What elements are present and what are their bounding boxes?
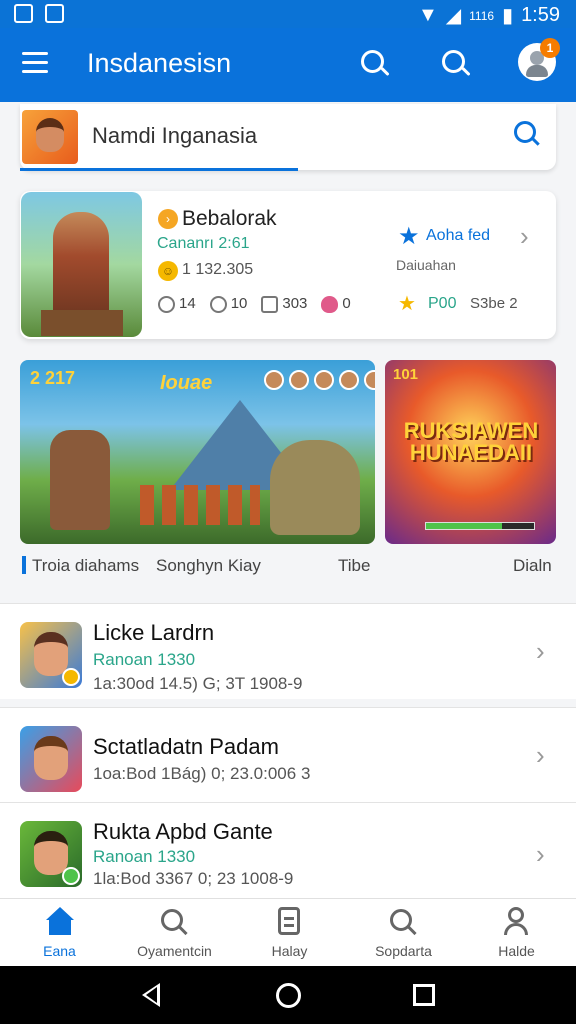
search-input[interactable]: Namdi Inganasia [92,123,257,149]
side-banner-score: 101 [393,366,419,383]
magnifier-icon [209,295,227,313]
nav-search-label: Oyamentcin [137,943,212,959]
home-button-icon[interactable] [276,983,301,1008]
search-submit-icon[interactable] [514,121,542,149]
bottom-navigation: Eana Oyamentcin Halay Sopdarta Halde [0,898,576,966]
app-title: Insdanesisn [87,48,232,78]
caption-accent [22,556,26,574]
caption-2: Songhyn Kiay [156,556,261,575]
featured-subtitle: Cananrı 2:61 [157,235,250,252]
search-bar[interactable]: Namdi Inganasia [20,104,556,170]
nav-profile-label: Sopdarta [375,943,432,959]
banner-logo: Iouae [160,372,213,394]
nav-home-label: Eana [43,943,76,959]
list-item[interactable]: Sctatladatn Padam 1oa:Bod 1Bág) 0; 23.0:… [0,707,576,803]
list-item-subtitle: Ranoan 1330 [93,847,196,866]
network-label: 1116 [469,8,495,23]
featured-game-art [21,192,142,337]
chevron-right-icon[interactable]: › [536,839,545,870]
chevron-right-icon[interactable]: › [536,740,545,771]
search-icon[interactable] [361,50,391,80]
featured-title: Bebalorak [182,207,277,230]
explore-icon [388,907,418,937]
nav-library-label: Halay [271,943,308,959]
square-icon [261,295,279,313]
blob-icon [321,295,339,313]
home-icon [44,907,74,937]
wifi-icon: ▼ [417,4,438,26]
status-bar: ▼ ◢ 1116 ▮ 1:59 [0,0,576,28]
discover-search-icon[interactable] [442,50,472,80]
list-item-subtitle: Ranoan 1330 [93,650,196,669]
game-coin-icon: › [158,209,178,229]
featured-note: Daiuahan [396,257,456,273]
battery-icon: ▮ [502,5,514,27]
stat-circle: 14 [158,295,196,313]
main-promo-banner[interactable]: 2 217 Iouae [20,360,375,544]
system-navigation-bar [0,966,576,1024]
list-item-title: Rukta Apbd Gante [93,819,273,844]
side-promo-banner[interactable]: 101 RUKSIAWEN HUNAEDAII [385,360,556,544]
star-blue-icon: ★ [398,223,420,250]
featured-count: 1 132.305 [182,261,254,278]
search-avatar-thumbnail [22,110,78,164]
nav-home[interactable]: Eana [2,899,117,967]
search-icon [159,907,189,937]
hero-portraits [264,370,375,390]
banner-score: 2 217 [30,368,76,388]
featured-game-card[interactable]: › Bebalorak Cananrı 2:61 ☺ 1 132.305 14 … [20,191,556,339]
chevron-right-icon[interactable]: › [520,221,529,252]
stat-blob: 0 [321,295,351,313]
stat-square: 303 [261,295,307,313]
caption-4: Dialn [513,556,552,575]
chevron-right-icon[interactable]: › [536,636,545,667]
nav-search[interactable]: Oyamentcin [117,899,232,967]
stat-search: 10 [209,295,247,313]
list-item-title: Licke Lardrn [93,620,215,645]
notification-badge: 1 [540,38,560,58]
game-thumbnail [20,622,82,688]
side-banner-progress [425,522,535,530]
list-item-meta: 1a:30od 14.5) G; 3T 1908-9 [93,674,303,693]
game-thumbnail [20,726,82,792]
list-item-title: Sctatladatn Padam [93,734,279,759]
nav-account-label: Halde [498,943,535,959]
featured-stats: 14 10 303 0 [158,295,351,313]
nav-profile[interactable]: Sopdarta [346,899,461,967]
nav-library[interactable]: Halay [232,899,347,967]
circle-icon [158,295,175,313]
featured-link[interactable]: Aoha fed [426,227,490,245]
star-yellow-icon: ★ [398,293,416,315]
document-icon [274,907,304,937]
featured-price: P00 [428,295,457,312]
caption-3: Tibe [338,556,371,575]
list-item[interactable]: Rukta Apbd Gante Ranoan 1330 1la:Bod 336… [0,802,576,898]
list-item[interactable]: Licke Lardrn Ranoan 1330 1a:30od 14.5) G… [0,603,576,699]
side-banner-logo: RUKSIAWEN HUNAEDAII [403,418,539,465]
app-bar: Insdanesisn 1 [0,28,576,102]
image-icon [45,4,64,23]
sync-icon [14,4,33,23]
hamburger-menu-icon[interactable] [22,52,48,74]
search-active-indicator [20,168,298,171]
clock: 1:59 [521,4,560,26]
smiley-icon: ☺ [158,261,178,281]
signal-icon: ◢ [445,5,462,27]
featured-extra: S3be 2 [470,295,518,312]
nav-account[interactable]: Halde [459,899,574,967]
list-item-meta: 1oa:Bod 1Bág) 0; 23.0:006 3 [93,764,311,783]
caption-1: Troia diahams [32,556,140,575]
list-item-meta: 1la:Bod 3367 0; 23 1008-9 [93,869,294,888]
game-thumbnail [20,821,82,887]
user-icon [501,907,531,937]
recent-apps-icon[interactable] [413,984,435,1006]
